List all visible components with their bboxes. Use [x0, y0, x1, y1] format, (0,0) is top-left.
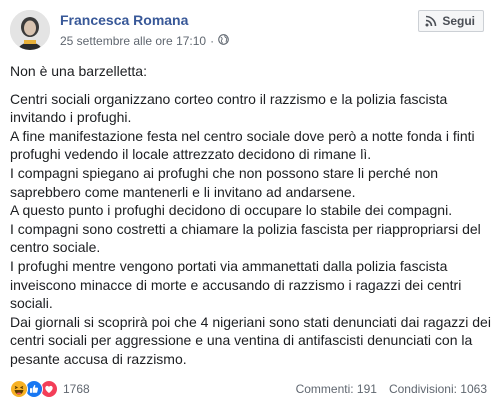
avatar-image: [10, 10, 50, 50]
shares-count[interactable]: Condivisioni: 1063: [389, 382, 487, 396]
haha-icon: [10, 380, 28, 398]
author-avatar[interactable]: [10, 10, 50, 50]
reaction-count: 1768: [63, 382, 90, 396]
post-paragraph: A fine manifestazione festa nel centro s…: [10, 127, 475, 163]
meta-separator: ·: [210, 34, 215, 48]
post-paragraph: I compagni sono costretti a chiamare la …: [10, 220, 481, 256]
post-meta: 25 settembre alle ore 17:10 ·: [60, 34, 229, 48]
post-paragraph: A questo punto i profughi decidono di oc…: [10, 202, 453, 219]
post-footer: 1768 Commenti: 191 Condivisioni: 1063: [10, 380, 487, 398]
facebook-post: Francesca Romana 25 settembre alle ore 1…: [0, 0, 499, 404]
post-title: Non è una barzelletta:: [10, 63, 147, 79]
post-paragraph: I compagni spiegano ai profughi che non …: [10, 164, 439, 200]
follow-button[interactable]: Segui: [418, 10, 484, 32]
reactions-summary[interactable]: 1768: [10, 380, 90, 398]
comments-count[interactable]: Commenti: 191: [296, 382, 377, 396]
post-paragraph: I profughi mentre vengono portati via am…: [10, 257, 462, 312]
rss-icon: [425, 15, 437, 27]
post-text: Non è una barzelletta: Centri sociali or…: [10, 62, 492, 369]
post-paragraph: Dai giornali si scoprirà poi che 4 niger…: [10, 313, 491, 367]
author-name[interactable]: Francesca Romana: [60, 12, 188, 28]
globe-icon[interactable]: [218, 34, 229, 48]
post-stats: Commenti: 191 Condivisioni: 1063: [296, 382, 487, 396]
post-paragraph: Centri sociali organizzano corteo contro…: [10, 90, 448, 126]
follow-label: Segui: [442, 14, 475, 28]
post-timestamp[interactable]: 25 settembre alle ore 17:10: [60, 34, 206, 48]
